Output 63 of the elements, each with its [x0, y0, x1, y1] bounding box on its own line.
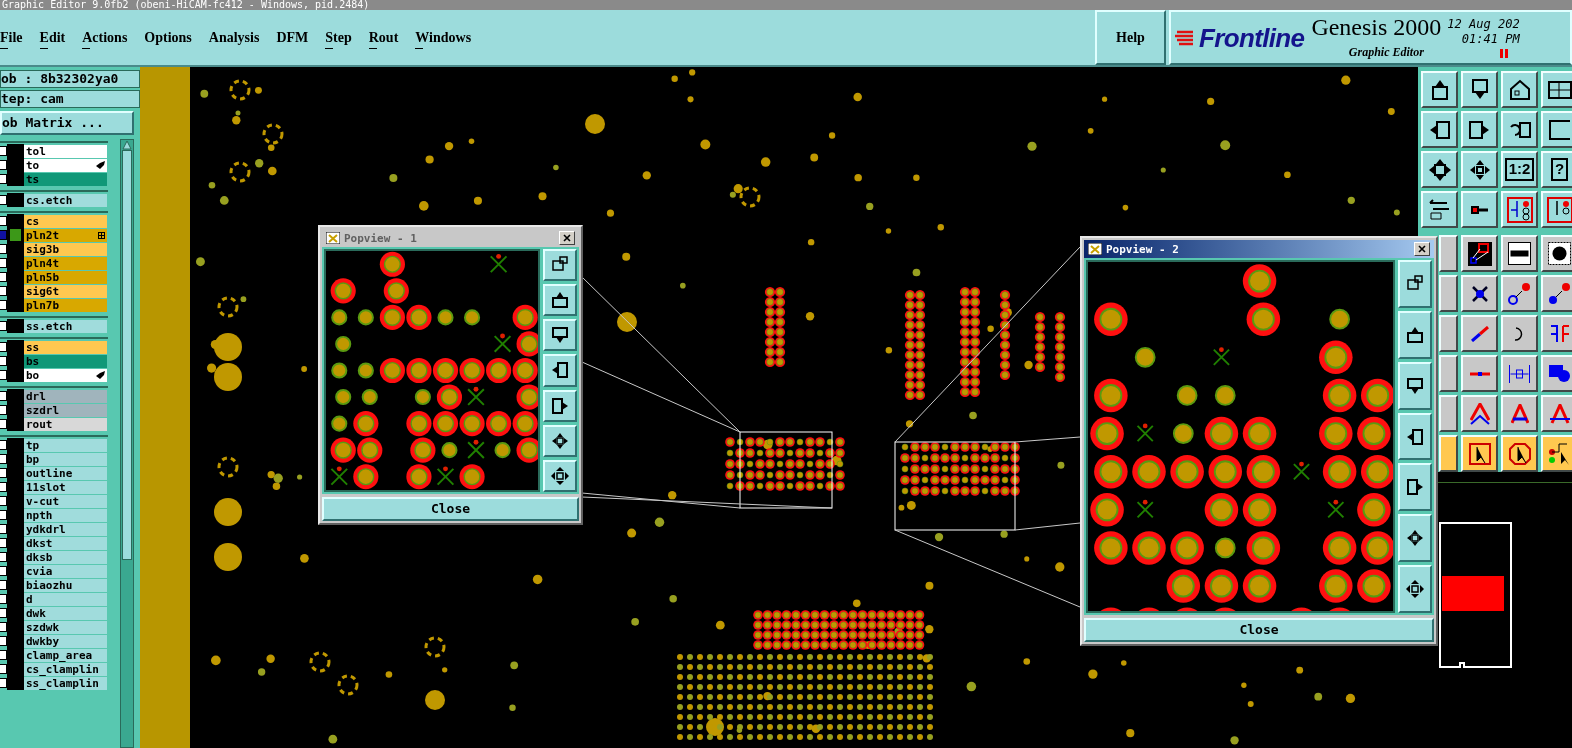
layer-name[interactable]: outline [24, 466, 107, 480]
layer-name[interactable]: npth [24, 508, 107, 522]
layer-name[interactable]: ss [24, 340, 107, 354]
layer-name[interactable]: dwk [24, 606, 107, 620]
menu-item[interactable]: Step [325, 27, 352, 48]
layer-name[interactable]: dkst [24, 536, 107, 550]
job-label: ob : 8b32302ya0 [0, 70, 140, 88]
product-name: Genesis 2000 [1311, 14, 1442, 39]
menu-item[interactable]: Windows [415, 27, 472, 48]
layer-name[interactable]: sig6t [24, 284, 107, 298]
menu-item[interactable]: DFM [276, 27, 309, 48]
menu-item[interactable]: Actions [82, 27, 128, 48]
window-title: Popview - 1 [344, 232, 417, 244]
layer-name[interactable]: tol [24, 144, 107, 158]
layer-name[interactable]: d [24, 592, 107, 606]
window-title: Popview - 2 [1106, 243, 1179, 255]
time-label: 01:41 PM [1461, 32, 1520, 47]
layer-name[interactable]: cvia [24, 564, 107, 578]
layer-name[interactable]: tp [24, 438, 107, 452]
layer-name[interactable]: cs.etch [24, 193, 107, 207]
toolbar-button[interactable]: 1:2 [1501, 151, 1538, 188]
brand-logo: Frontline [1199, 24, 1305, 51]
layer-name[interactable]: szdwk [24, 620, 107, 634]
layer-name[interactable]: dwkby [24, 634, 107, 648]
layer-name[interactable]: bp [24, 452, 107, 466]
layer-name[interactable]: szdrl [24, 403, 107, 417]
menu-item[interactable]: Rout [368, 27, 399, 48]
layer-name[interactable]: ss_clamplin [24, 676, 107, 690]
layer-name[interactable]: clamp_area [24, 648, 107, 662]
layer-name[interactable]: to [24, 158, 107, 172]
layer-name[interactable]: pln2t [24, 228, 107, 242]
window-title: Graphic Editor 9.0fb2 (obeni-HiCAM-fc412 - Windows, pid.2484) [1, 0, 370, 10]
layer-name[interactable]: ydkdrl [24, 522, 107, 536]
product-subtitle: Graphic Editor [1348, 43, 1424, 61]
layer-name[interactable]: 11slot [24, 480, 107, 494]
toolbar-label: ? [1550, 158, 1569, 181]
help-button[interactable]: Help [1095, 10, 1166, 65]
layer-name[interactable]: bs [24, 354, 107, 368]
job-matrix-button[interactable]: ob Matrix ... [0, 111, 134, 135]
layer-name[interactable]: ts [24, 172, 107, 186]
layer-name[interactable]: sig3b [24, 242, 107, 256]
layer-name[interactable]: v-cut [24, 494, 107, 508]
toolbar-label: 1:2 [1504, 158, 1535, 181]
layer-name[interactable]: rout [24, 417, 107, 431]
layer-name[interactable]: drl [24, 389, 107, 403]
layer-name[interactable]: cs [24, 214, 107, 228]
close-button[interactable]: Close [1084, 618, 1434, 642]
layer-name[interactable]: pln7b [24, 298, 107, 312]
menu-item[interactable]: Edit [39, 27, 66, 48]
layer-name[interactable]: pln5b [24, 270, 107, 284]
layer-name[interactable]: cs_clamplin [24, 662, 107, 676]
menu-item[interactable]: Options [144, 27, 192, 48]
layer-name[interactable]: bo [24, 368, 107, 382]
layer-name[interactable]: pln4t [24, 256, 107, 270]
layer-name[interactable]: dksb [24, 550, 107, 564]
menu-item[interactable]: Analysis [208, 27, 260, 48]
layer-name[interactable]: ss.etch [24, 319, 107, 333]
close-button[interactable]: Close [322, 497, 579, 521]
toolbar-button[interactable]: ? [1541, 151, 1572, 188]
date-label: 12 Aug 202 [1447, 17, 1520, 32]
step-label: tep: cam [0, 90, 140, 108]
layer-name[interactable]: biaozhu [24, 578, 107, 592]
menu-item[interactable]: File [0, 27, 23, 48]
